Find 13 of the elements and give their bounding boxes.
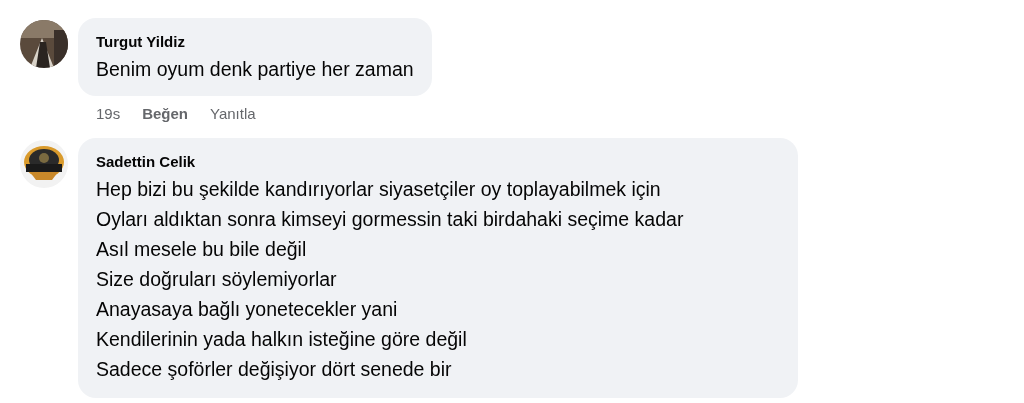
comment-text: Anayasaya bağlı yonetecekler yani: [96, 297, 399, 322]
comment-text: Size doğruları söylemiyorlar: [96, 267, 338, 292]
comment-text: Kendilerinin yada halkın isteğine göre değil: [96, 327, 468, 352]
reply-link[interactable]: Yanıtla: [210, 104, 256, 122]
comment-text: Benim oyum denk partiye her zaman: [96, 57, 414, 82]
author-name: Sadettin Celik: [96, 152, 197, 172]
comment-time: 19s: [96, 104, 121, 122]
comment-text: Sadece şoförler değişiyor dört senede bir: [96, 357, 453, 382]
comment-text: Oyları aldıktan sonra kimseyi gormessin taki birdahaki seçime kadar: [96, 207, 685, 232]
comment-text: Asıl mesele bu bile değil: [96, 237, 308, 262]
author-name: Turgut Yildiz: [96, 32, 186, 52]
like-link[interactable]: Beğen: [142, 104, 189, 122]
comment-text: Hep bizi bu şekilde kandırıyorlar siyasetçiler oy toplayabilmek için: [96, 177, 662, 202]
